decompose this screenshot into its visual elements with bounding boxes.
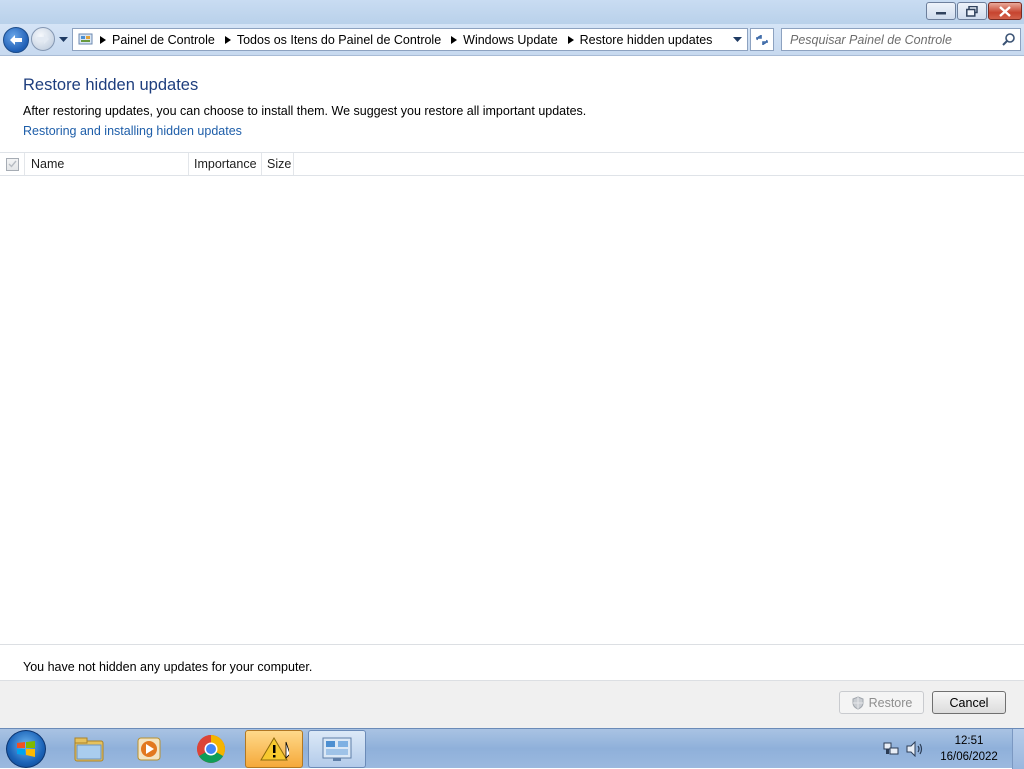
clock-time: 12:51 (954, 735, 984, 747)
chrome-icon (197, 735, 225, 763)
button-bar: Restore Cancel (0, 680, 1024, 728)
breadcrumb-separator-icon[interactable] (564, 29, 578, 50)
shield-icon (852, 695, 864, 710)
status-text: You have not hidden any updates for your… (23, 660, 313, 674)
checkmark-icon (8, 160, 17, 168)
back-button[interactable] (3, 27, 29, 53)
chrome-taskbar-button[interactable] (182, 730, 240, 768)
breadcrumb-separator-icon[interactable] (447, 29, 461, 50)
start-button[interactable] (6, 730, 46, 768)
breadcrumb-painel-de-controle[interactable]: Painel de Controle (110, 33, 221, 47)
search-icon[interactable] (1001, 32, 1016, 47)
search-input[interactable] (782, 29, 994, 50)
breadcrumb-separator-icon[interactable] (96, 29, 110, 50)
volume-icon[interactable] (906, 741, 924, 757)
updates-list[interactable] (0, 176, 1024, 644)
breadcrumb-todos-os-itens[interactable]: Todos os Itens do Painel de Controle (235, 33, 447, 47)
forward-button[interactable] (31, 27, 55, 51)
folder-icon (74, 737, 104, 762)
media-player-taskbar-button[interactable] (120, 730, 178, 768)
address-bar[interactable]: Painel de Controle Todos os Itens do Pai… (72, 28, 748, 51)
control-panel-icon (76, 30, 96, 50)
divider (0, 644, 1024, 645)
column-header-name[interactable]: Name (25, 153, 189, 175)
control-panel-icon (322, 737, 352, 761)
column-header-importance[interactable]: Importance (189, 153, 262, 175)
refresh-icon (756, 34, 768, 45)
warning-app-taskbar-button[interactable] (245, 730, 303, 768)
arrow-left-icon (10, 35, 22, 45)
select-all-checkbox[interactable] (5, 157, 19, 171)
warning-icon (260, 737, 289, 761)
taskbar: 12:51 16/06/2022 (0, 728, 1024, 769)
media-player-icon (137, 737, 161, 761)
control-panel-taskbar-button[interactable] (308, 730, 366, 768)
windows-logo-icon (17, 741, 35, 757)
restore-window-icon (966, 5, 978, 17)
select-all-column[interactable] (0, 153, 25, 175)
clock-date: 16/06/2022 (940, 751, 998, 763)
help-link[interactable]: Restoring and installing hidden updates (23, 124, 242, 138)
breadcrumb-windows-update[interactable]: Windows Update (461, 33, 564, 47)
page-description: After restoring updates, you can choose … (23, 104, 587, 118)
updates-list-header: Name Importance Size (0, 152, 1024, 176)
restore-button[interactable]: Restore (839, 691, 924, 714)
navigation-bar: Painel de Controle Todos os Itens do Pai… (0, 24, 1024, 56)
close-button[interactable] (988, 2, 1022, 20)
minimize-button[interactable] (926, 2, 956, 20)
chevron-down-icon (732, 36, 742, 42)
recent-pages-button[interactable] (57, 34, 69, 46)
search-box[interactable] (781, 28, 1021, 51)
title-bar (0, 0, 1024, 24)
close-icon (999, 5, 1011, 17)
cancel-button[interactable]: Cancel (932, 691, 1006, 714)
page-title: Restore hidden updates (23, 76, 199, 94)
explorer-taskbar-button[interactable] (60, 730, 118, 768)
network-icon[interactable] (883, 741, 899, 757)
refresh-button[interactable] (750, 28, 774, 51)
chevron-down-icon (58, 37, 68, 42)
clock[interactable]: 12:51 16/06/2022 (932, 733, 1006, 765)
minimize-icon (936, 12, 946, 15)
column-header-size[interactable]: Size (262, 153, 294, 175)
breadcrumb-restore-hidden-updates[interactable]: Restore hidden updates (578, 33, 719, 47)
control-panel-window: Painel de Controle Todos os Itens do Pai… (0, 0, 1024, 728)
restore-button-label: Restore (868, 695, 913, 710)
breadcrumb-separator-icon[interactable] (221, 29, 235, 50)
arrow-right-icon (37, 34, 49, 44)
restore-window-button[interactable] (957, 2, 987, 20)
address-dropdown-button[interactable] (729, 29, 745, 50)
show-desktop-button[interactable] (1012, 729, 1024, 769)
